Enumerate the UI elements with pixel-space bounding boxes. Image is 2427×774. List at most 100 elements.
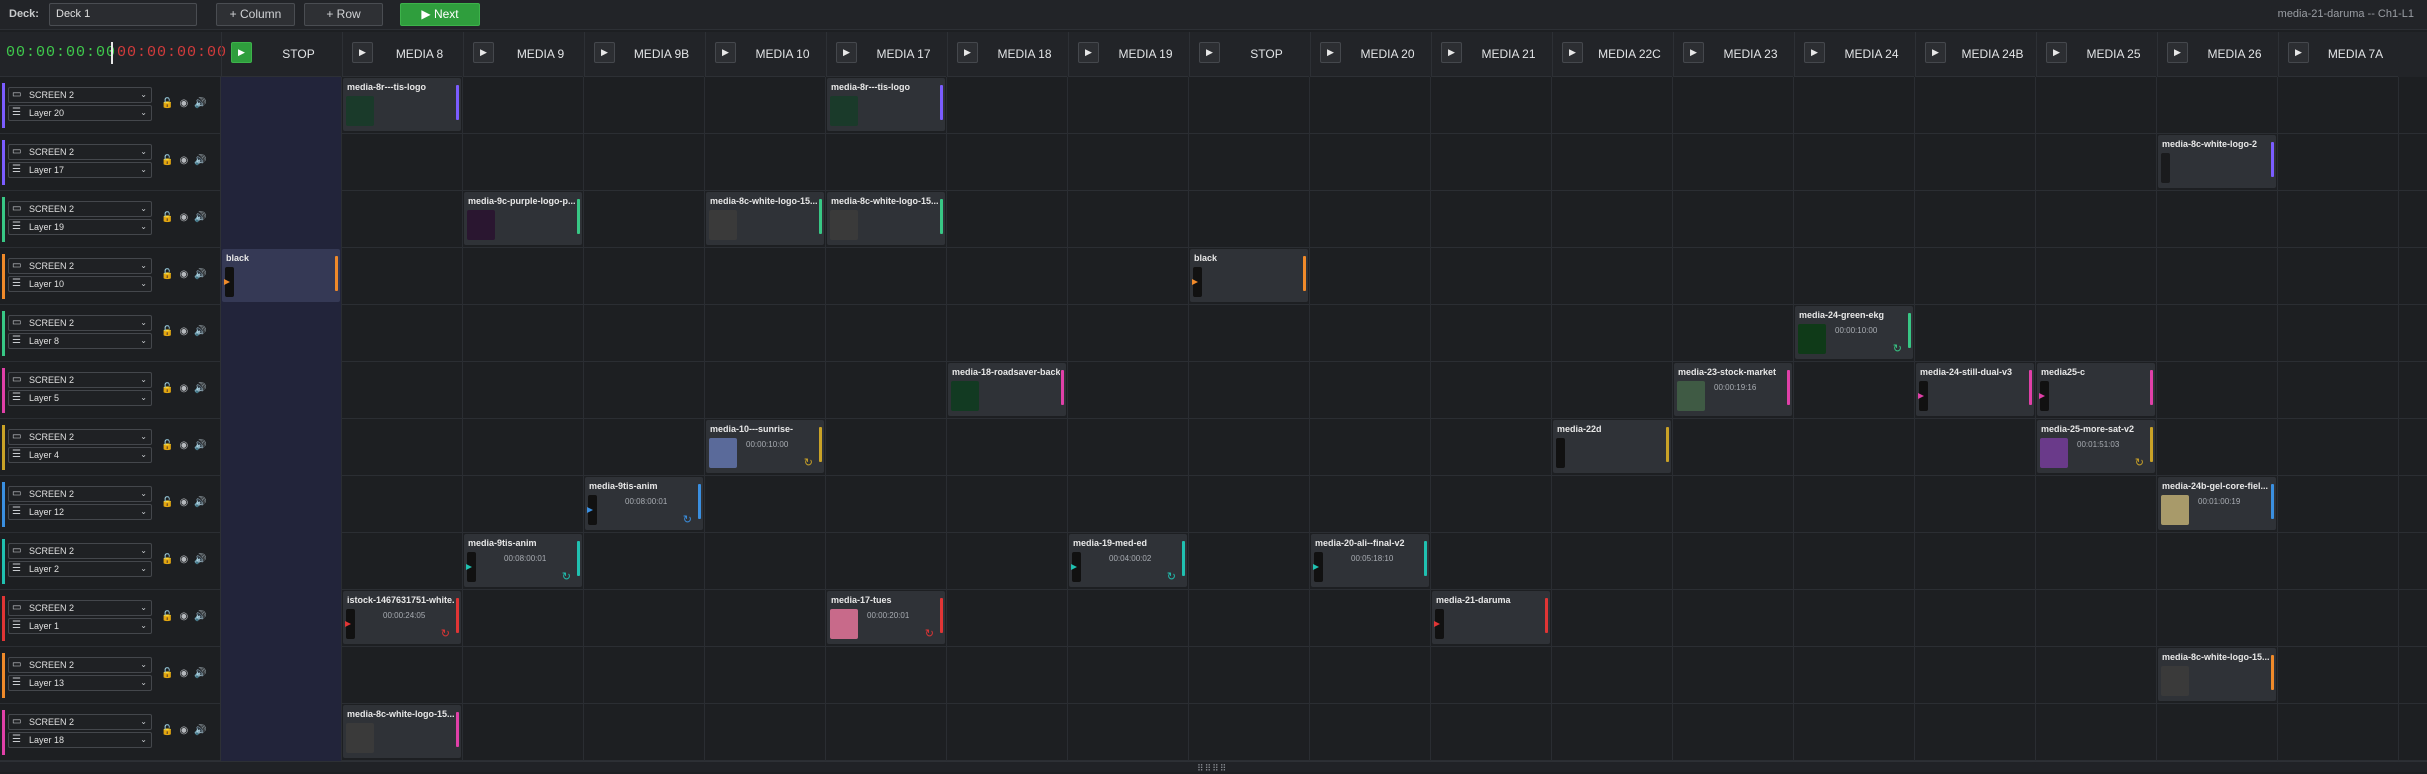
column-play-button[interactable]: ▶ bbox=[957, 42, 978, 63]
grid-cell[interactable] bbox=[463, 77, 584, 134]
grid-cell[interactable] bbox=[947, 134, 1068, 191]
eye-icon[interactable]: ◉ bbox=[179, 668, 194, 679]
grid-cell[interactable] bbox=[2278, 590, 2399, 647]
grid-cell[interactable] bbox=[2278, 647, 2399, 704]
column-name[interactable]: MEDIA 8 bbox=[377, 47, 462, 61]
grid-cell[interactable] bbox=[1915, 476, 2036, 533]
lock-icon[interactable]: 🔓 bbox=[161, 440, 179, 451]
grid-cell[interactable] bbox=[826, 305, 947, 362]
grid-cell[interactable] bbox=[2036, 647, 2157, 704]
column-play-button[interactable]: ▶ bbox=[2288, 42, 2309, 63]
grid-cell[interactable] bbox=[1673, 134, 1794, 191]
column-name[interactable]: MEDIA 20 bbox=[1345, 47, 1430, 61]
grid-cell[interactable] bbox=[1915, 77, 2036, 134]
grid-cell[interactable] bbox=[1552, 362, 1673, 419]
grid-cell[interactable] bbox=[947, 191, 1068, 248]
grid-cell[interactable] bbox=[463, 704, 584, 761]
grid-cell[interactable] bbox=[705, 590, 826, 647]
grid-cell[interactable] bbox=[705, 305, 826, 362]
grid-cell[interactable] bbox=[463, 590, 584, 647]
clip-card[interactable]: media-22d bbox=[1553, 420, 1671, 473]
eye-icon[interactable]: ◉ bbox=[179, 98, 194, 109]
layer-select[interactable]: ☰ Layer 10 ⌄ bbox=[8, 276, 152, 292]
layer-toggle-icons[interactable]: 🔓◉🔊 bbox=[161, 611, 213, 622]
layer-select[interactable]: ☰ Layer 20 ⌄ bbox=[8, 105, 152, 121]
layer-toggle-icons[interactable]: 🔓◉🔊 bbox=[161, 383, 213, 394]
grid-cell[interactable] bbox=[1431, 362, 1552, 419]
grid-cell[interactable] bbox=[2157, 77, 2278, 134]
eye-icon[interactable]: ◉ bbox=[179, 440, 194, 451]
grid-cell[interactable] bbox=[1552, 590, 1673, 647]
grid-cell[interactable] bbox=[221, 305, 342, 362]
column-play-button[interactable]: ▶ bbox=[1925, 42, 1946, 63]
layer-select[interactable]: ☰ Layer 18 ⌄ bbox=[8, 732, 152, 748]
grid-cell[interactable] bbox=[1189, 305, 1310, 362]
grid-cell[interactable] bbox=[1552, 134, 1673, 191]
grid-cell[interactable] bbox=[2157, 191, 2278, 248]
grid-cell[interactable] bbox=[2157, 590, 2278, 647]
grid-cell[interactable] bbox=[1552, 647, 1673, 704]
grid-cell[interactable] bbox=[2278, 248, 2399, 305]
grid-cell[interactable] bbox=[1068, 590, 1189, 647]
grid-cell[interactable] bbox=[221, 191, 342, 248]
clip-card[interactable]: media-24b-gel-core-fiel... 00:01:00:19 bbox=[2158, 477, 2276, 530]
grid-cell[interactable] bbox=[342, 305, 463, 362]
clip-card[interactable]: media-19-med-ed 00:04:00:02 ↻ bbox=[1069, 534, 1187, 587]
layer-toggle-icons[interactable]: 🔓◉🔊 bbox=[161, 554, 213, 565]
screen-select[interactable]: ▭ SCREEN 2 ⌄ bbox=[8, 87, 152, 103]
grid-cell[interactable] bbox=[1915, 533, 2036, 590]
speaker-icon[interactable]: 🔊 bbox=[194, 611, 212, 622]
grid-cell[interactable]: media-8r---tis-logo bbox=[826, 77, 947, 134]
grid-cell[interactable] bbox=[584, 77, 705, 134]
grid-cell[interactable] bbox=[221, 704, 342, 761]
grid-cell[interactable] bbox=[2036, 476, 2157, 533]
grid-cell[interactable] bbox=[826, 362, 947, 419]
screen-select[interactable]: ▭ SCREEN 2 ⌄ bbox=[8, 201, 152, 217]
column-play-button[interactable]: ▶ bbox=[836, 42, 857, 63]
grid-cell[interactable]: media-8c-white-logo-15... bbox=[705, 191, 826, 248]
speaker-icon[interactable]: 🔊 bbox=[194, 497, 212, 508]
grid-cell[interactable] bbox=[1189, 362, 1310, 419]
layer-select[interactable]: ☰ Layer 1 ⌄ bbox=[8, 618, 152, 634]
grid-cell[interactable] bbox=[584, 248, 705, 305]
column-play-button[interactable]: ▶ bbox=[473, 42, 494, 63]
lock-icon[interactable]: 🔓 bbox=[161, 98, 179, 109]
clip-card[interactable]: media-21-daruma bbox=[1432, 591, 1550, 644]
grid-cell[interactable] bbox=[1310, 191, 1431, 248]
clip-card[interactable]: media-9tis-anim 00:08:00:01 ↻ bbox=[464, 534, 582, 587]
next-button[interactable]: ▶ Next bbox=[400, 3, 480, 26]
clip-card[interactable]: media-8c-white-logo-15... bbox=[706, 192, 824, 245]
grid-cell[interactable] bbox=[1794, 533, 1915, 590]
clip-card[interactable]: media-8c-white-logo-15... bbox=[343, 705, 461, 758]
screen-select[interactable]: ▭ SCREEN 2 ⌄ bbox=[8, 657, 152, 673]
column-name[interactable]: MEDIA 23 bbox=[1708, 47, 1793, 61]
layer-toggle-icons[interactable]: 🔓◉🔊 bbox=[161, 326, 213, 337]
column-play-button[interactable]: ▶ bbox=[2167, 42, 2188, 63]
speaker-icon[interactable]: 🔊 bbox=[194, 212, 212, 223]
grid-cell[interactable] bbox=[1794, 647, 1915, 704]
layer-toggle-icons[interactable]: 🔓◉🔊 bbox=[161, 725, 213, 736]
grid-cell[interactable] bbox=[705, 77, 826, 134]
grid-cell[interactable] bbox=[463, 476, 584, 533]
layer-toggle-icons[interactable]: 🔓◉🔊 bbox=[161, 497, 213, 508]
grid-cell[interactable] bbox=[1794, 134, 1915, 191]
grid-cell[interactable] bbox=[1915, 704, 2036, 761]
grid-cell[interactable] bbox=[584, 704, 705, 761]
grid-cell[interactable] bbox=[1068, 419, 1189, 476]
grid-cell[interactable]: media-19-med-ed 00:04:00:02 ↻ bbox=[1068, 533, 1189, 590]
grid-cell[interactable] bbox=[1794, 191, 1915, 248]
grid-cell[interactable]: media-20-ali--final-v2 00:05:18:10 bbox=[1310, 533, 1431, 590]
grid-cell[interactable] bbox=[2278, 77, 2399, 134]
grid-cell[interactable] bbox=[1189, 419, 1310, 476]
clip-card[interactable]: media-8r---tis-logo bbox=[827, 78, 945, 131]
screen-select[interactable]: ▭ SCREEN 2 ⌄ bbox=[8, 714, 152, 730]
screen-select[interactable]: ▭ SCREEN 2 ⌄ bbox=[8, 429, 152, 445]
grid-cell[interactable] bbox=[221, 647, 342, 704]
grid-cell[interactable] bbox=[1310, 476, 1431, 533]
grid-cell[interactable] bbox=[1431, 191, 1552, 248]
speaker-icon[interactable]: 🔊 bbox=[194, 98, 212, 109]
grid-cell[interactable] bbox=[2036, 191, 2157, 248]
grid-cell[interactable] bbox=[1310, 305, 1431, 362]
grid-cell[interactable] bbox=[1068, 476, 1189, 533]
grid-cell[interactable] bbox=[342, 362, 463, 419]
